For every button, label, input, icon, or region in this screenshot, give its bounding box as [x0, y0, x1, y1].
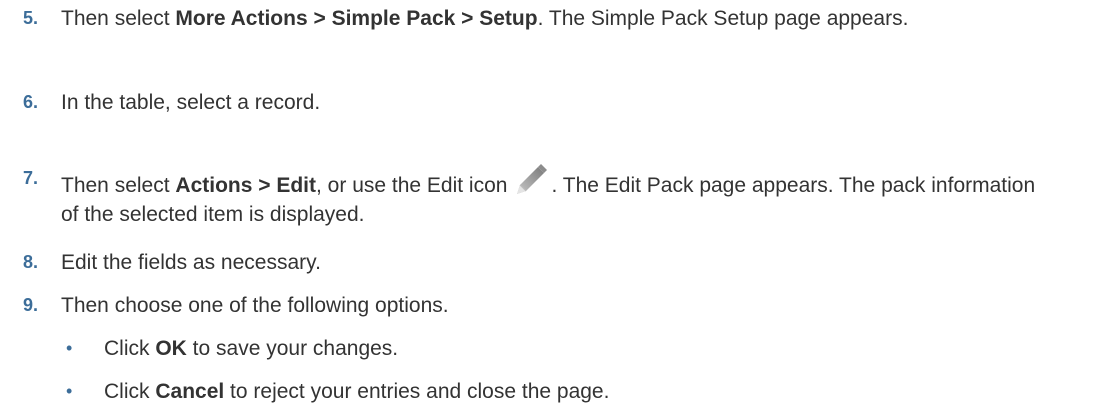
- bullet-text: Click OK to save your changes.: [104, 337, 399, 360]
- step-text: Then choose one of the following options…: [61, 294, 449, 317]
- step-number: 9.: [23, 295, 39, 315]
- step-number: 7.: [23, 168, 39, 188]
- step-number: 6.: [23, 92, 39, 112]
- bullet-icon: •: [66, 381, 73, 401]
- bullet-icon: •: [66, 338, 73, 358]
- menu-path: More Actions > Simple Pack > Setup: [175, 7, 538, 30]
- bullet-text: Click Cancel to reject your entries and …: [104, 380, 610, 403]
- step-text: Then select More Actions > Simple Pack >…: [61, 7, 909, 30]
- step-number: 8.: [23, 252, 39, 272]
- step-text: In the table, select a record.: [61, 91, 321, 114]
- ok-label: OK: [155, 337, 187, 360]
- step-number: 5.: [23, 8, 39, 28]
- pencil-icon: [513, 164, 548, 196]
- step-text: Then select Actions > Edit, or use the E…: [61, 164, 1041, 229]
- cancel-label: Cancel: [155, 380, 225, 403]
- menu-path: Actions > Edit: [175, 174, 317, 197]
- step-text: Edit the fields as necessary.: [61, 251, 321, 274]
